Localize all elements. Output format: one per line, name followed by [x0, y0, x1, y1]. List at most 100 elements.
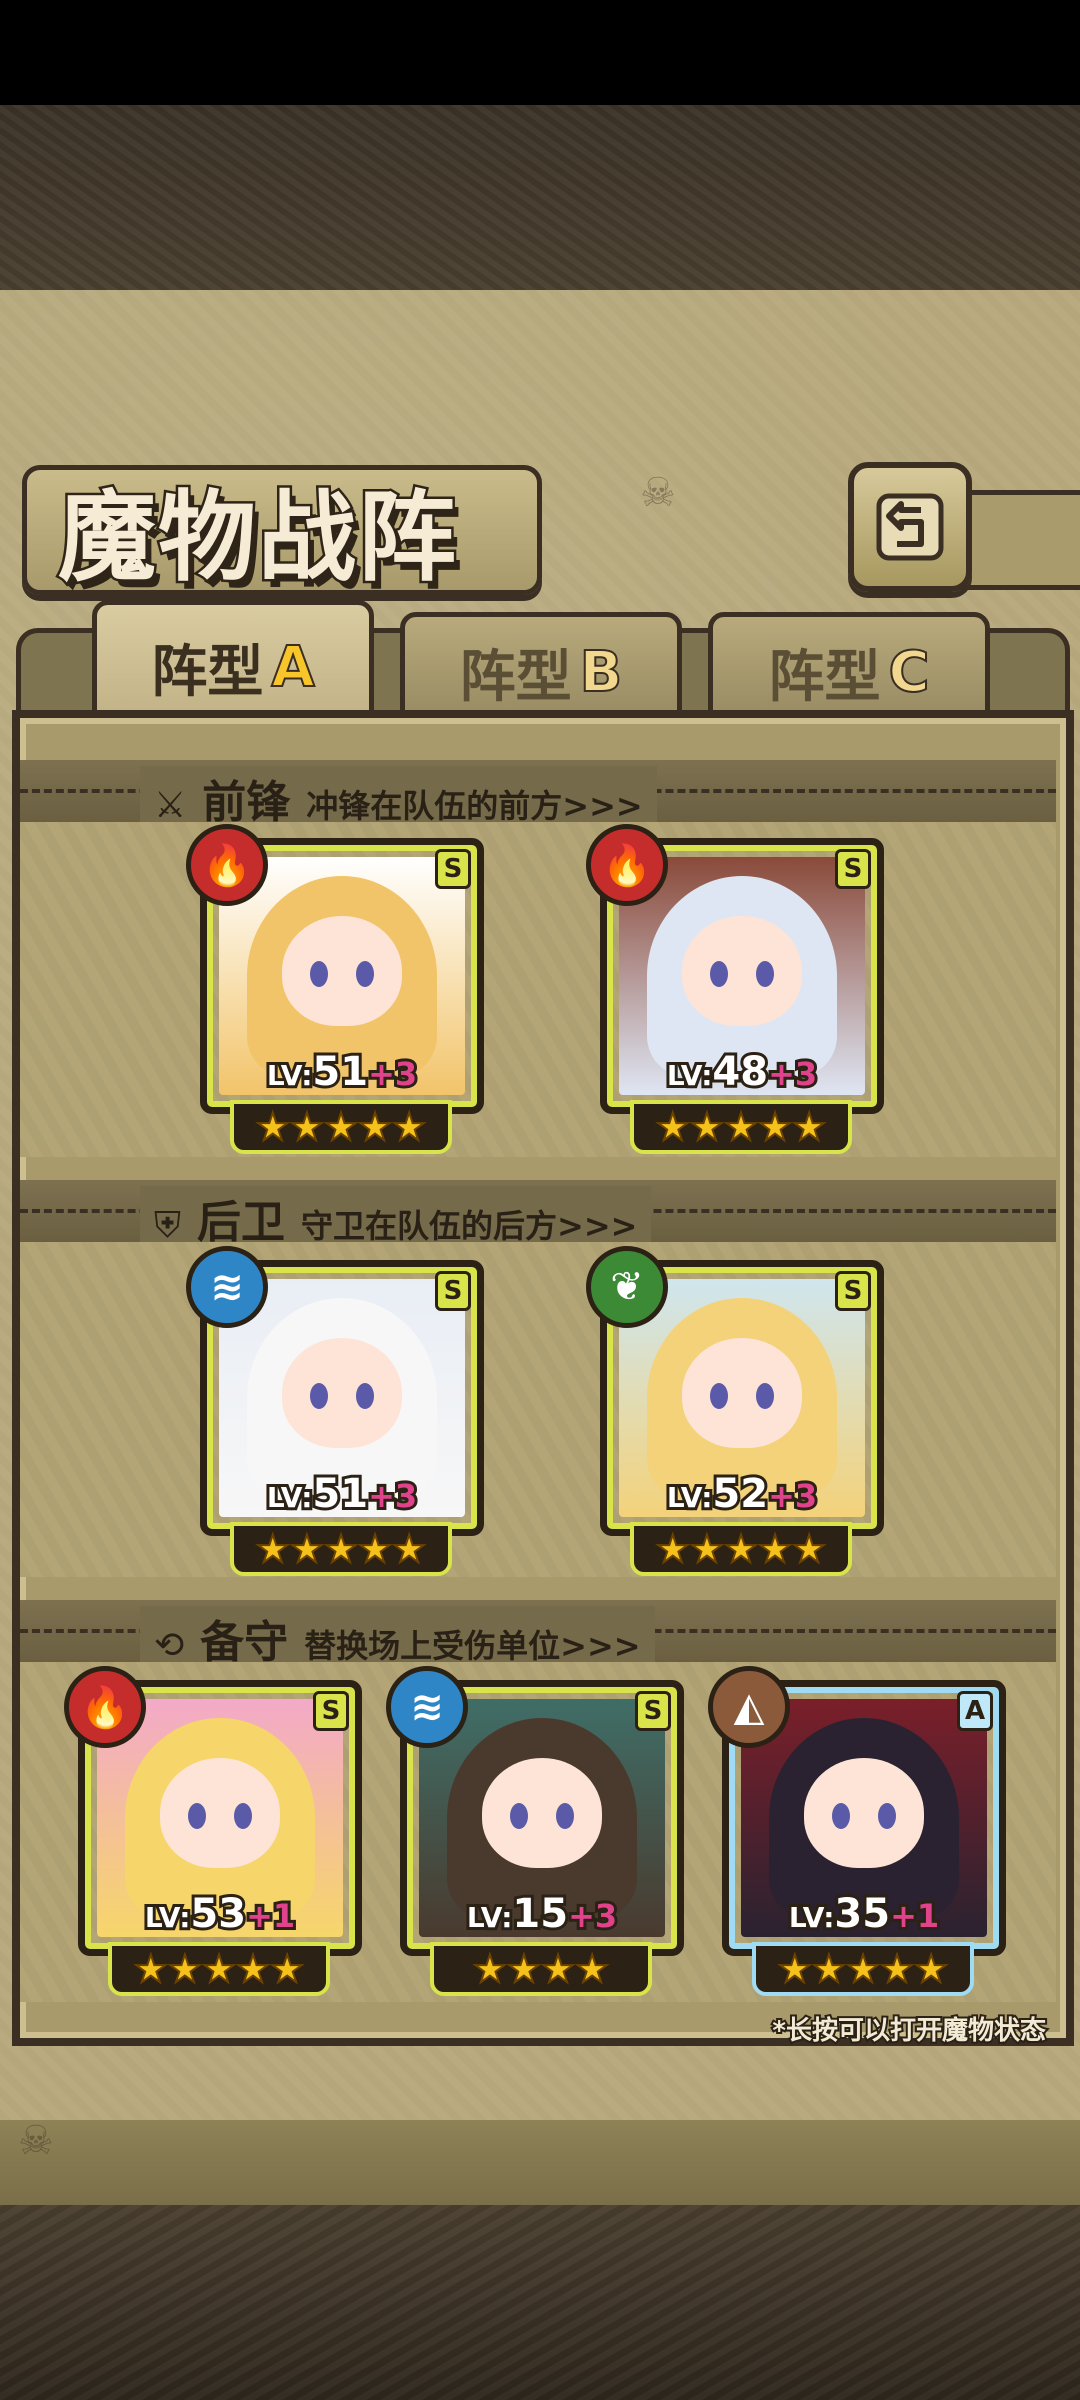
star-icon: ★ — [574, 1947, 610, 1991]
star-icon: ★ — [357, 1105, 393, 1149]
unit-level: LV:51+3 — [264, 1468, 420, 1520]
unit-level: LV:53+1 — [142, 1888, 298, 1940]
star-icon: ★ — [323, 1527, 359, 1571]
unit-face — [682, 916, 802, 1027]
top-map-background — [0, 105, 1080, 295]
back-button[interactable] — [848, 462, 972, 592]
reserve-section-header: ⟲ 备守 替换场上受伤单位>>> — [20, 1600, 1056, 1670]
unit-level: LV:35+1 — [786, 1888, 942, 1940]
star-rating: ★ ★ ★ ★ ★ — [752, 1942, 974, 1996]
rank-badge: S — [313, 1691, 349, 1731]
star-icon: ★ — [845, 1947, 881, 1991]
star-icon: ★ — [540, 1947, 576, 1991]
torn-edge-top — [0, 282, 1080, 318]
star-icon: ★ — [323, 1105, 359, 1149]
front-row — [20, 822, 1056, 1157]
star-icon: ★ — [391, 1105, 427, 1149]
star-icon: ★ — [506, 1947, 542, 1991]
star-icon: ★ — [689, 1105, 725, 1149]
water-element-icon: ≋ — [186, 1246, 268, 1328]
unit-face — [482, 1758, 602, 1869]
unit-face — [282, 916, 402, 1027]
star-icon: ★ — [201, 1947, 237, 1991]
rank-badge: S — [835, 849, 871, 889]
star-rating: ★ ★ ★ ★ ★ — [230, 1522, 452, 1576]
unit-level: LV:15+3 — [464, 1888, 620, 1940]
star-icon: ★ — [723, 1527, 759, 1571]
sword-icon: ⚔ — [154, 785, 187, 826]
unit-level: LV:51+3 — [264, 1046, 420, 1098]
fire-element-icon: 🔥 — [64, 1666, 146, 1748]
star-icon: ★ — [757, 1527, 793, 1571]
tab-letter: A — [270, 634, 315, 701]
page-title: 魔物战阵 — [55, 478, 459, 598]
star-icon: ★ — [689, 1527, 725, 1571]
tab-label: 阵型 — [151, 639, 264, 705]
section-subtitle: 冲锋在队伍的前方>>> — [306, 787, 643, 825]
lower-parchment-band — [0, 2120, 1080, 2208]
bottom-map-background — [0, 2205, 1080, 2400]
star-rating: ★ ★ ★ ★ ★ — [630, 1522, 852, 1576]
rank-badge: S — [635, 1691, 671, 1731]
section-subtitle: 替换场上受伤单位>>> — [304, 1627, 641, 1665]
tab-letter: C — [887, 639, 930, 706]
star-icon: ★ — [235, 1947, 271, 1991]
unit-face — [682, 1338, 802, 1449]
star-icon: ★ — [269, 1947, 305, 1991]
star-icon: ★ — [255, 1527, 291, 1571]
star-icon: ★ — [289, 1105, 325, 1149]
rank-badge: A — [957, 1691, 993, 1731]
star-icon: ★ — [655, 1105, 691, 1149]
swap-icon: ⟲ — [154, 1625, 185, 1666]
rear-section-header: ⛨ 后卫 守卫在队伍的后方>>> — [20, 1180, 1056, 1250]
skull-map-mark: ☠ — [640, 470, 676, 516]
star-icon: ★ — [472, 1947, 508, 1991]
rank-badge: S — [435, 849, 471, 889]
star-icon: ★ — [791, 1105, 827, 1149]
rear-row — [20, 1242, 1056, 1577]
section-subtitle: 守卫在队伍的后方>>> — [301, 1207, 638, 1245]
fire-element-icon: 🔥 — [186, 824, 268, 906]
star-icon: ★ — [811, 1947, 847, 1991]
section-title: 前锋 — [202, 777, 291, 828]
star-icon: ★ — [167, 1947, 203, 1991]
unit-level: LV:48+3 — [664, 1046, 820, 1098]
tab-letter: B — [579, 639, 624, 706]
star-rating: ★ ★ ★ ★ ★ — [230, 1100, 452, 1154]
unit-face — [160, 1758, 280, 1869]
shield-icon: ⛨ — [154, 1205, 182, 1246]
star-icon: ★ — [357, 1527, 393, 1571]
star-icon: ★ — [879, 1947, 915, 1991]
star-icon: ★ — [289, 1527, 325, 1571]
skull-map-mark: ☠ — [18, 2118, 54, 2164]
star-icon: ★ — [255, 1105, 291, 1149]
tab-label: 阵型 — [459, 644, 572, 710]
star-icon: ★ — [655, 1527, 691, 1571]
earth-element-icon: ◭ — [708, 1666, 790, 1748]
long-press-hint: *长按可以打开魔物状态 — [770, 2014, 1048, 2048]
unit-level: LV:52+3 — [664, 1468, 820, 1520]
return-arrow-icon — [876, 493, 944, 561]
star-icon: ★ — [723, 1105, 759, 1149]
star-icon: ★ — [757, 1105, 793, 1149]
star-icon: ★ — [777, 1947, 813, 1991]
tab-label: 阵型 — [768, 644, 881, 710]
rank-badge: S — [435, 1271, 471, 1311]
fire-element-icon: 🔥 — [586, 824, 668, 906]
unit-face — [804, 1758, 924, 1869]
star-rating: ★ ★ ★ ★ ★ — [630, 1100, 852, 1154]
star-rating: ★ ★ ★ ★ — [430, 1942, 652, 1996]
water-element-icon: ≋ — [386, 1666, 468, 1748]
unit-face — [282, 1338, 402, 1449]
back-rail — [960, 490, 1080, 590]
star-icon: ★ — [791, 1527, 827, 1571]
torn-edge-bottom — [0, 2080, 1080, 2120]
star-rating: ★ ★ ★ ★ ★ — [108, 1942, 330, 1996]
wind-element-icon: ❦ — [586, 1246, 668, 1328]
section-title: 后卫 — [197, 1197, 286, 1248]
star-icon: ★ — [913, 1947, 949, 1991]
section-title: 备守 — [200, 1617, 289, 1668]
star-icon: ★ — [133, 1947, 169, 1991]
rank-badge: S — [835, 1271, 871, 1311]
front-section-header: ⚔ 前锋 冲锋在队伍的前方>>> — [20, 760, 1056, 830]
